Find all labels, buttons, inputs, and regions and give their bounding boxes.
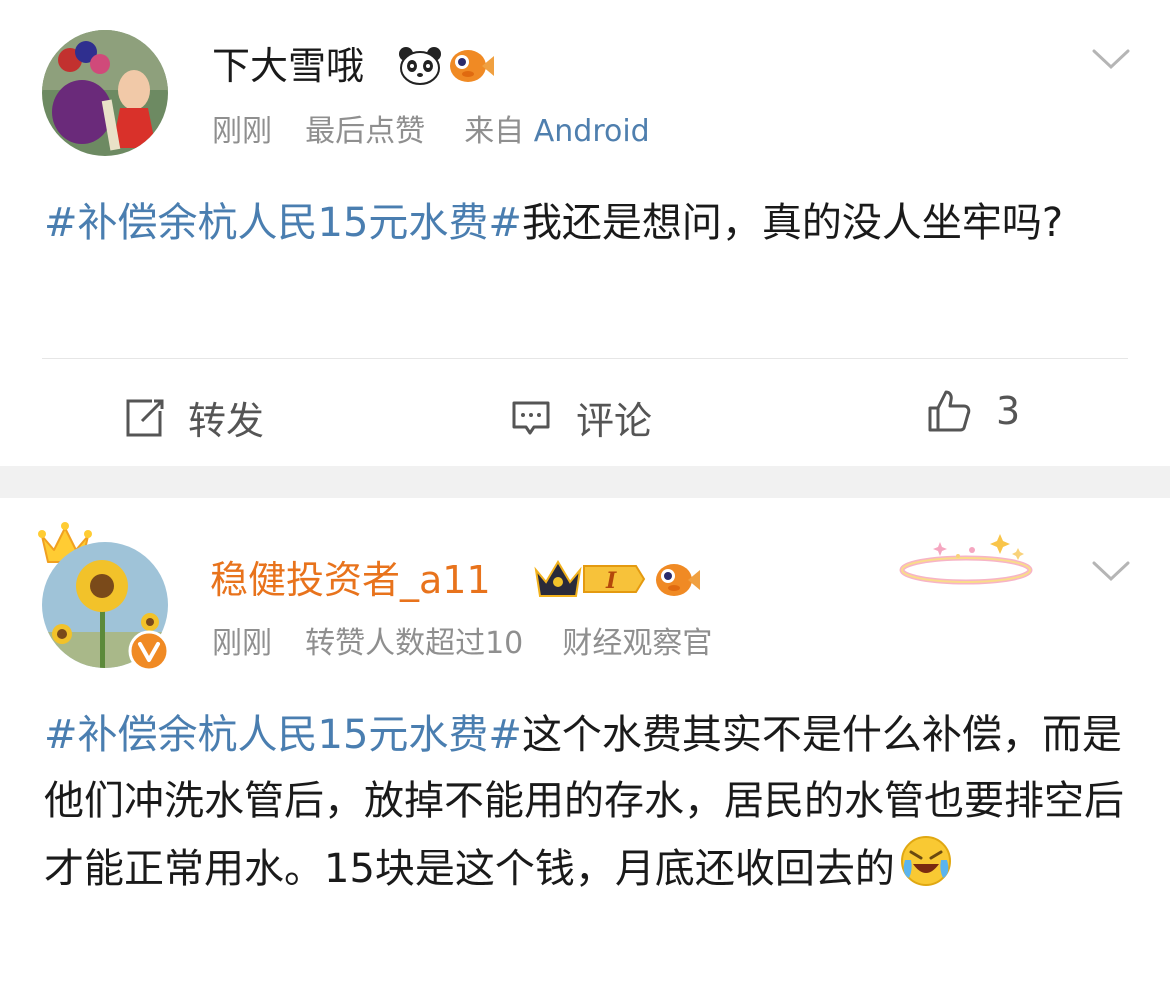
comment-icon	[512, 401, 550, 434]
laugh-cry-emoji	[899, 834, 953, 908]
post-body: #补偿余杭人民15元水费#这个水费其实不是什么补偿，而是他们冲洗水管后，放掉不能…	[44, 702, 1134, 908]
username[interactable]: 下大雪哦	[212, 44, 364, 88]
post-meta: 刚刚 转赞人数超过10 财经观察官	[212, 626, 712, 662]
divider	[42, 358, 1128, 359]
goldfish-badge-icon[interactable]	[448, 44, 494, 92]
comment-button[interactable]: 评论	[510, 390, 652, 445]
like-note: 最后点赞	[305, 114, 426, 149]
post-text: 我还是想问，真的没人坐牢吗?	[521, 200, 1064, 246]
avatar[interactable]	[42, 30, 168, 156]
chevron-down-icon[interactable]	[1092, 48, 1130, 70]
sparkle-decoration-icon	[899, 534, 1033, 585]
user-tag: 财经观察官	[562, 626, 713, 661]
thumbs-up-icon	[928, 390, 971, 432]
section-gap	[0, 466, 1170, 498]
verified-badge-icon	[128, 630, 170, 672]
vip-level-text: I	[605, 568, 617, 594]
repost-icon	[126, 399, 164, 436]
like-button[interactable]: 3	[926, 388, 1020, 434]
post-time: 刚刚	[212, 114, 272, 149]
goldfish-badge-icon[interactable]	[654, 558, 700, 606]
repost-button[interactable]: 转发	[122, 390, 264, 445]
post-time: 刚刚	[212, 626, 272, 661]
post-meta: 刚刚 最后点赞 来自 Android	[212, 114, 650, 150]
source-link[interactable]: Android	[534, 114, 650, 149]
topic-link[interactable]: #补偿余杭人民15元水费#	[44, 712, 522, 758]
source-prefix: 来自	[464, 114, 525, 149]
username[interactable]: 稳健投资者_a11	[210, 558, 491, 602]
topic-link[interactable]: #补偿余杭人民15元水费#	[44, 200, 522, 246]
post-card-2: 稳健投资者_a11 I 刚刚 转赞人数超过10 财经观察官 #补偿余杭人民15元…	[0, 498, 1170, 1000]
repost-note: 转赞人数超过10	[305, 626, 524, 661]
post-body: #补偿余杭人民15元水费#我还是想问，真的没人坐牢吗?	[44, 190, 1134, 256]
post-card-1: 下大雪哦 刚刚 最后点赞 来自 Android #补偿余杭人民15元水费#我还是…	[0, 0, 1170, 466]
vip-crown-badge-icon: I	[532, 556, 648, 606]
chevron-down-icon[interactable]	[1092, 560, 1130, 582]
like-count: 3	[996, 389, 1021, 433]
panda-emoji	[398, 46, 442, 90]
